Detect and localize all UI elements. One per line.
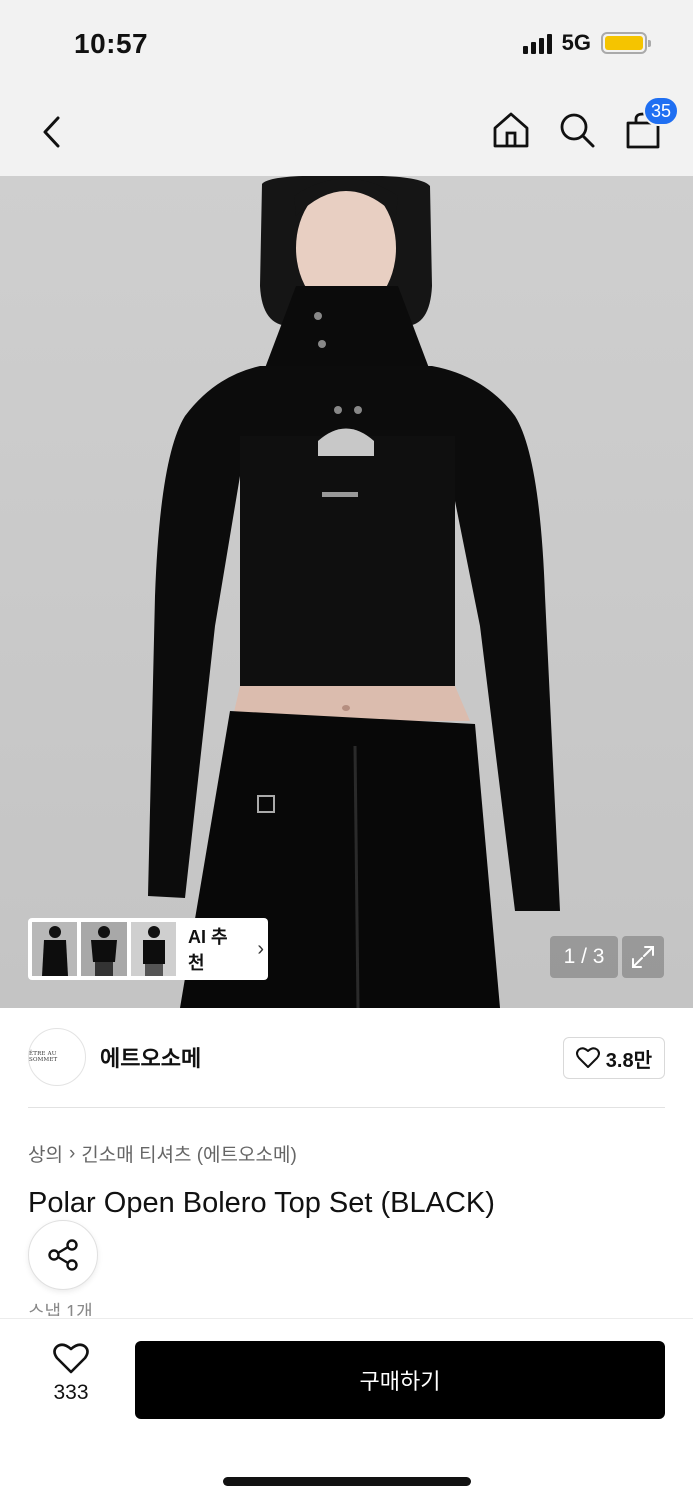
product-photo bbox=[148, 176, 560, 1008]
search-button[interactable] bbox=[557, 108, 597, 152]
cart-button[interactable]: 35 bbox=[623, 96, 680, 152]
wishlist-button[interactable]: 333 bbox=[38, 1343, 104, 1405]
snap-count[interactable]: 스냅 1개 bbox=[28, 1298, 93, 1316]
buy-button[interactable]: 구매하기 bbox=[135, 1341, 665, 1419]
brand-like-count: 3.8만 bbox=[605, 1049, 652, 1072]
brand-like-button[interactable]: 3.8만 bbox=[562, 1037, 665, 1079]
image-page-counter: 1 / 3 bbox=[550, 936, 618, 978]
status-time: 10:57 bbox=[74, 28, 149, 59]
wishlist-count: 333 bbox=[53, 1381, 89, 1404]
heart-icon bbox=[53, 1343, 89, 1374]
ai-recommend-strip[interactable]: AI 추천 › bbox=[28, 918, 268, 980]
nav-bar: 35 bbox=[0, 90, 693, 176]
bottom-action-bar: 333 구매하기 bbox=[0, 1318, 693, 1500]
expand-image-button[interactable] bbox=[622, 936, 664, 978]
signal-icon bbox=[522, 32, 552, 54]
chevron-right-icon: › bbox=[257, 937, 265, 960]
divider bbox=[28, 1107, 665, 1108]
brand-logo[interactable]: ÊTRE AU SOMMET bbox=[28, 1028, 86, 1086]
ai-thumbnail[interactable] bbox=[81, 922, 127, 976]
status-bar: 10:57 5G bbox=[0, 0, 693, 90]
expand-icon bbox=[632, 946, 654, 968]
share-icon bbox=[48, 1239, 78, 1271]
breadcrumb: 상의 › 긴소매 티셔츠 (에트오소메) bbox=[28, 1140, 297, 1167]
battery-icon bbox=[601, 32, 651, 54]
back-button[interactable] bbox=[30, 110, 74, 154]
brand-name[interactable]: 에트오소메 bbox=[100, 1041, 201, 1073]
nav-actions: 35 bbox=[491, 96, 680, 152]
home-indicator bbox=[223, 1477, 471, 1486]
breadcrumb-category[interactable]: 상의 bbox=[28, 1140, 63, 1167]
status-indicators: 5G bbox=[522, 30, 651, 56]
product-title: Polar Open Bolero Top Set (BLACK) bbox=[28, 1187, 495, 1219]
product-image[interactable]: AI 추천 › 1 / 3 bbox=[0, 176, 693, 1008]
ai-thumbnail[interactable] bbox=[32, 922, 78, 976]
ai-thumbnail[interactable] bbox=[130, 922, 177, 976]
cart-badge: 35 bbox=[643, 96, 680, 126]
breadcrumb-separator-icon: › bbox=[68, 1142, 76, 1164]
breadcrumb-subcategory[interactable]: 긴소매 티셔츠 (에트오소메) bbox=[81, 1140, 297, 1167]
home-icon bbox=[493, 112, 529, 148]
network-label: 5G bbox=[561, 30, 591, 55]
heart-icon bbox=[575, 1047, 600, 1068]
brand-row: ÊTRE AU SOMMET 에트오소메 3.8만 bbox=[28, 1028, 665, 1086]
search-icon bbox=[560, 113, 595, 148]
brand-logo-text: ÊTRE AU SOMMET bbox=[29, 1051, 58, 1063]
chevron-left-icon bbox=[43, 116, 60, 148]
home-button[interactable] bbox=[491, 108, 531, 152]
share-button[interactable] bbox=[28, 1220, 98, 1290]
ai-recommend-label: AI 추천 bbox=[188, 927, 228, 973]
